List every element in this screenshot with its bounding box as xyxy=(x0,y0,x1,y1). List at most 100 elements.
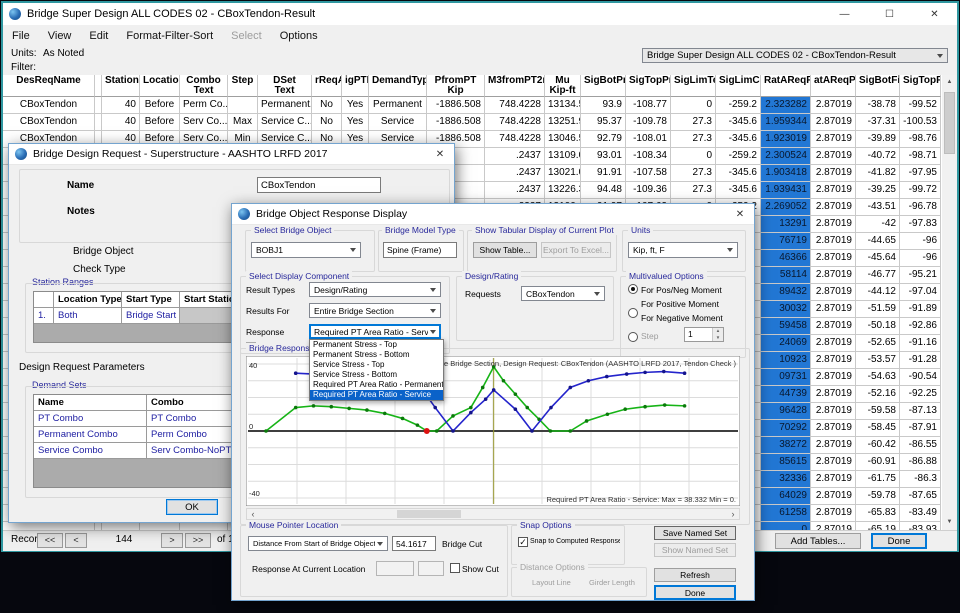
show-cut-checkbox[interactable] xyxy=(450,563,460,573)
units-value: Kip, ft, F xyxy=(633,245,725,255)
record-first-button[interactable]: << xyxy=(37,533,63,548)
dropdown-item[interactable]: Permanent Stress - Bottom xyxy=(310,350,443,360)
show-named-set-button: Show Named Set xyxy=(654,543,736,557)
cell: 2.87019 xyxy=(811,182,856,199)
plot-scrollbar-thumb[interactable] xyxy=(397,510,461,518)
cell: 13291 xyxy=(761,216,811,233)
response-dialog-title: Bridge Object Response Display xyxy=(256,208,726,220)
dropdown-item[interactable]: Service Stress - Top xyxy=(310,360,443,370)
bridge-object-combo[interactable]: BOBJ1 xyxy=(251,242,361,258)
show-table-button[interactable]: Show Table... xyxy=(473,242,537,258)
plot-horizontal-scrollbar[interactable]: ‹ › xyxy=(246,508,740,520)
response-done-button[interactable]: Done xyxy=(654,585,736,600)
record-last-button[interactable]: >> xyxy=(185,533,211,548)
cell: 13109.0... xyxy=(545,148,581,165)
close-icon[interactable]: ✕ xyxy=(726,205,754,224)
menu-select: Select xyxy=(222,25,271,47)
cell: -87.65 xyxy=(900,488,941,505)
cell: -97.95 xyxy=(900,165,941,182)
cell: -50.18 xyxy=(856,318,900,335)
cell: 27.3 xyxy=(671,114,716,131)
main-done-button[interactable]: Done xyxy=(871,533,927,549)
menu-options[interactable]: Options xyxy=(271,25,327,47)
snap-checkbox[interactable]: ✓ xyxy=(518,537,528,547)
cell: 64029 xyxy=(761,488,811,505)
cell: -53.57 xyxy=(856,352,900,369)
table-selector-combo[interactable]: Bridge Super Design ALL CODES 02 - CBoxT… xyxy=(642,48,948,63)
record-next-button[interactable]: > xyxy=(161,533,183,548)
radio-positive-moment[interactable] xyxy=(628,308,638,318)
table-vertical-scrollbar[interactable]: ▲ ▼ xyxy=(942,75,957,530)
maximize-button[interactable]: ☐ xyxy=(867,4,912,25)
y-tick-label: 0 xyxy=(249,422,253,431)
table-row[interactable]: CBoxTendon40BeforePerm Co...Permanent...… xyxy=(3,97,942,114)
minimize-button[interactable]: — xyxy=(822,4,867,25)
cell: -42 xyxy=(856,216,900,233)
data-point xyxy=(549,406,553,410)
record-prev-button[interactable]: < xyxy=(65,533,87,548)
column-header: ComboText xyxy=(180,75,228,97)
response-value-field-2 xyxy=(418,561,444,576)
bridge-cut-input[interactable]: 54.1617 xyxy=(392,536,436,551)
cell: 93.9 xyxy=(581,97,626,114)
cell: Permanent... xyxy=(258,97,312,114)
cell: 2.300524 xyxy=(761,148,811,165)
menu-format-filter-sort[interactable]: Format-Filter-Sort xyxy=(117,25,222,47)
response-combo[interactable]: Required PT Area Ratio - Service xyxy=(309,324,441,339)
result-types-combo[interactable]: Design/Rating xyxy=(309,282,441,297)
menu-edit[interactable]: Edit xyxy=(80,25,117,47)
data-point xyxy=(294,371,298,375)
data-point xyxy=(525,406,529,410)
cell: 27.3 xyxy=(671,165,716,182)
response-value: Required PT Area Ratio - Service xyxy=(314,327,428,337)
name-input[interactable]: CBoxTendon xyxy=(257,177,381,193)
dropdown-item[interactable]: Permanent Stress - Top xyxy=(310,340,443,350)
dropdown-item[interactable]: Required PT Area Ratio - Permanent xyxy=(310,380,443,390)
cell: -108.34 xyxy=(626,148,671,165)
scrollbar-thumb[interactable] xyxy=(944,92,955,154)
scroll-right-icon[interactable]: › xyxy=(727,509,739,519)
table-row[interactable]: CBoxTendon40BeforeServ Co...MaxService C… xyxy=(3,114,942,131)
add-tables-button[interactable]: Add Tables... xyxy=(775,533,861,549)
units-combo[interactable]: Kip, ft, F xyxy=(628,242,738,258)
step-spinner[interactable]: 1 ▲▼ xyxy=(684,327,724,342)
column-header: DesReqName xyxy=(3,75,95,97)
cell: -51.59 xyxy=(856,301,900,318)
scroll-up-icon[interactable]: ▲ xyxy=(942,75,957,90)
request-dialog-title: Bridge Design Request - Superstructure -… xyxy=(33,148,426,160)
app-icon xyxy=(9,8,21,20)
radio-negative-moment[interactable] xyxy=(628,332,638,342)
data-point xyxy=(587,379,591,383)
requests-combo[interactable]: CBoxTendon xyxy=(521,286,605,301)
cell: 2.323282 xyxy=(761,97,811,114)
results-for-combo[interactable]: Entire Bridge Section xyxy=(309,303,441,318)
scroll-down-icon[interactable]: ▼ xyxy=(942,515,957,530)
cell: 2.87019 xyxy=(811,318,856,335)
cell: No xyxy=(312,114,342,131)
cell: -65.83 xyxy=(856,505,900,522)
menu-view[interactable]: View xyxy=(39,25,81,47)
cell: -45.64 xyxy=(856,250,900,267)
close-button[interactable]: ✕ xyxy=(912,4,957,25)
cell: -90.54 xyxy=(900,369,941,386)
data-point xyxy=(264,429,268,433)
data-point xyxy=(663,403,667,407)
scroll-left-icon[interactable]: ‹ xyxy=(247,509,259,519)
check-type-label: Check Type xyxy=(73,264,126,275)
refresh-button[interactable]: Refresh xyxy=(654,568,736,582)
spin-down-icon[interactable]: ▼ xyxy=(713,335,723,342)
distance-mode-combo[interactable]: Distance From Start of Bridge Object xyxy=(248,536,388,551)
close-icon[interactable]: ✕ xyxy=(426,145,454,164)
save-named-set-button[interactable]: Save Named Set xyxy=(654,526,736,540)
cell: 2.87019 xyxy=(811,97,856,114)
cell: -44.12 xyxy=(856,284,900,301)
data-point xyxy=(568,429,572,433)
column-header: Start Type xyxy=(122,292,180,308)
dropdown-item[interactable]: Required PT Area Ratio - Service xyxy=(310,390,443,400)
dropdown-item[interactable]: Service Stress - Bottom xyxy=(310,370,443,380)
cell: 2.87019 xyxy=(811,386,856,403)
bridge-object-label: Bridge Object xyxy=(73,246,134,257)
radio-pos-neg-moment[interactable] xyxy=(628,284,638,294)
ok-button[interactable]: OK xyxy=(166,499,218,515)
menu-file[interactable]: File xyxy=(3,25,39,47)
